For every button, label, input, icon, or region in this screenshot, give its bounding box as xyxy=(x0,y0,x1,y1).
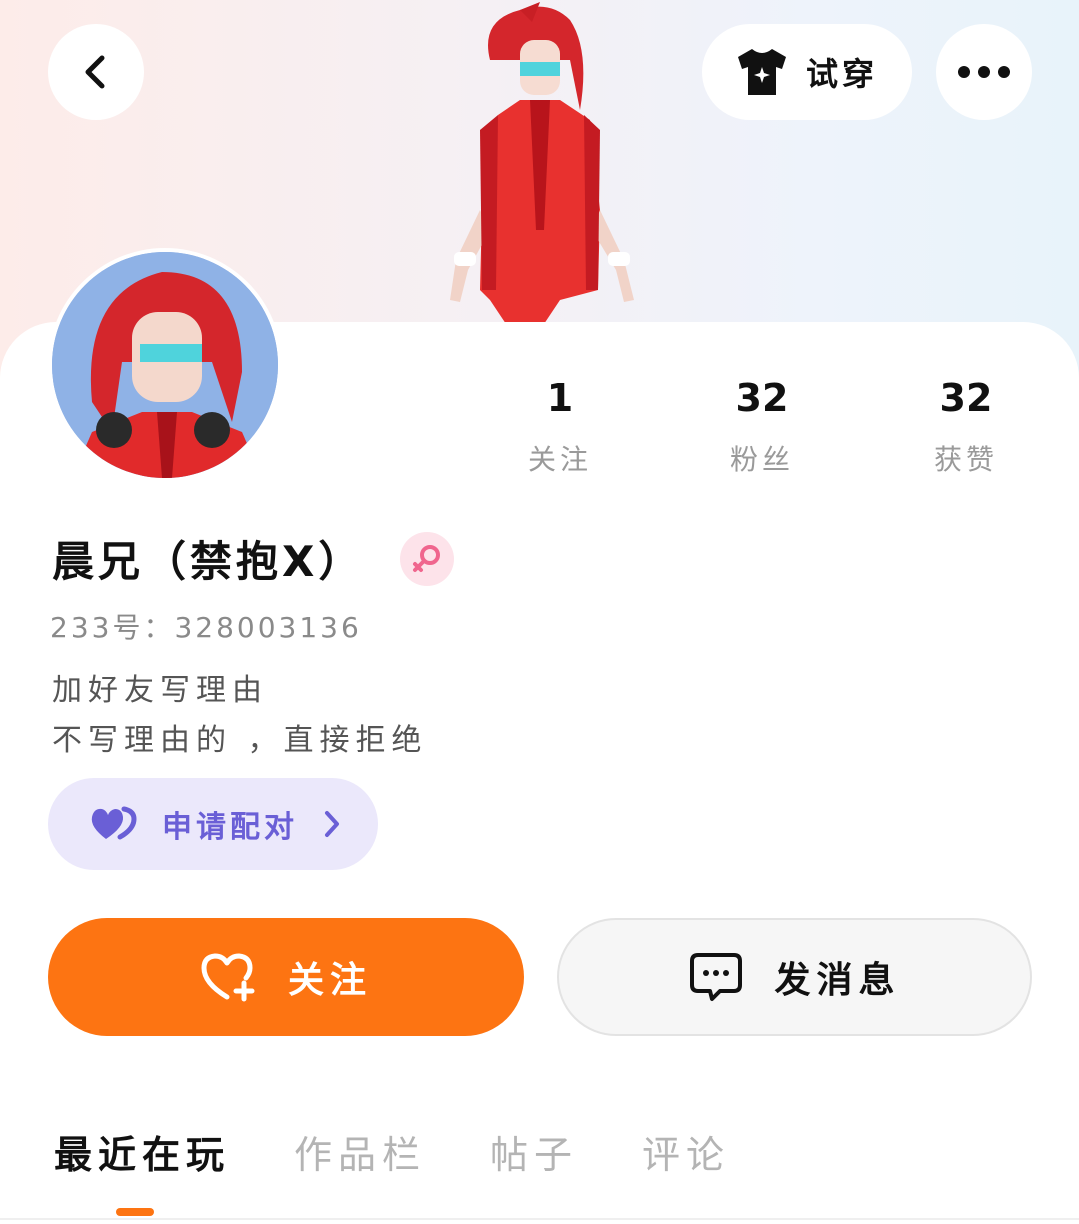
stat-likes-label: 获赞 xyxy=(933,443,998,476)
nickname-row: 晨兄（禁抱X） xyxy=(52,528,455,589)
nickname: 晨兄（禁抱X） xyxy=(52,537,365,586)
more-button[interactable] xyxy=(936,24,1032,120)
more-dots-icon xyxy=(958,66,1010,78)
divider xyxy=(0,1218,1079,1220)
bio-line-1: 加好友写理由 xyxy=(52,673,268,708)
user-id: 233号：328003136 xyxy=(50,611,362,644)
active-tab-indicator xyxy=(116,1208,154,1216)
stat-likes[interactable]: 32 获赞 xyxy=(896,374,1036,478)
profile-tabs: 最近在玩 作品栏 帖子 评论 xyxy=(54,1124,794,1179)
stat-fans-value: 32 xyxy=(735,376,789,420)
chevron-right-icon xyxy=(325,811,339,837)
chat-bubble-icon xyxy=(690,953,743,1001)
try-on-button[interactable]: 试穿 xyxy=(702,24,912,120)
female-icon xyxy=(413,544,441,572)
stat-fans[interactable]: 32 粉丝 xyxy=(692,374,832,478)
hearts-icon xyxy=(91,806,137,840)
bio-line-2: 不写理由的 ，直接拒绝 xyxy=(52,723,428,758)
avatar-image xyxy=(52,252,278,478)
tab-works[interactable]: 作品栏 xyxy=(294,1124,426,1179)
bio: 加好友写理由 不写理由的 ，直接拒绝 xyxy=(52,666,428,766)
chevron-left-icon xyxy=(85,55,105,89)
back-button[interactable] xyxy=(48,24,144,120)
tshirt-icon xyxy=(738,49,786,95)
heart-plus-icon xyxy=(201,953,255,1002)
avatar[interactable] xyxy=(48,248,282,482)
character-avatar-figure[interactable] xyxy=(420,0,660,330)
apply-pair-label: 申请配对 xyxy=(162,810,298,845)
follow-label: 关注 xyxy=(287,960,372,1001)
send-message-button[interactable]: 发消息 xyxy=(557,918,1032,1036)
gender-badge xyxy=(400,531,455,586)
stat-following-label: 关注 xyxy=(527,443,592,476)
stat-likes-value: 32 xyxy=(939,376,993,420)
try-on-label: 试穿 xyxy=(806,55,879,93)
follow-button[interactable]: 关注 xyxy=(48,918,524,1036)
apply-pair-button[interactable]: 申请配对 xyxy=(48,778,378,870)
stat-following-value: 1 xyxy=(546,376,574,420)
send-message-label: 发消息 xyxy=(774,960,901,1001)
stat-following[interactable]: 1 关注 xyxy=(490,374,630,478)
tab-comments[interactable]: 评论 xyxy=(642,1124,730,1179)
stat-fans-label: 粉丝 xyxy=(729,443,794,476)
tab-recent-play[interactable]: 最近在玩 xyxy=(54,1124,230,1179)
tab-posts[interactable]: 帖子 xyxy=(490,1124,578,1179)
